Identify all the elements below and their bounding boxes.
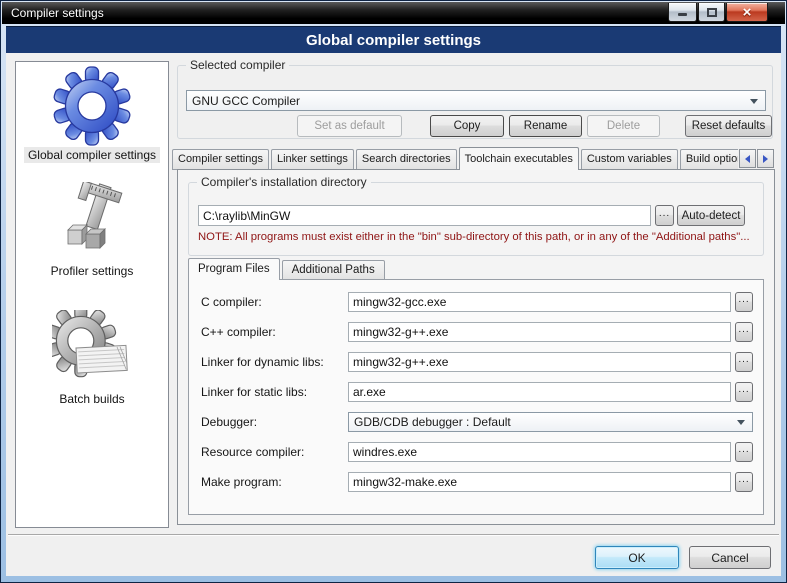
make-program-label: Make program: bbox=[201, 475, 282, 489]
installation-directory-input[interactable] bbox=[198, 205, 651, 226]
tab-scroll-left-button[interactable] bbox=[739, 149, 756, 168]
auto-detect-button[interactable]: Auto-detect bbox=[677, 205, 745, 226]
tab-toolchain-executables[interactable]: Toolchain executables bbox=[459, 147, 579, 170]
c-compiler-browse-button[interactable]: ... bbox=[735, 292, 753, 312]
dynamic-linker-browse-button[interactable]: ... bbox=[735, 352, 753, 372]
tab-scroll-right-button[interactable] bbox=[757, 149, 774, 168]
dialog-header: Global compiler settings bbox=[6, 26, 781, 53]
settings-tabstrip: Compiler settings Linker settings Search… bbox=[172, 147, 738, 170]
sidebar-item-batch-builds[interactable]: Batch builds bbox=[16, 310, 168, 407]
cancel-button[interactable]: Cancel bbox=[689, 546, 771, 569]
program-subtabs: Program Files Additional Paths bbox=[188, 258, 387, 280]
debugger-label: Debugger: bbox=[201, 415, 257, 429]
tab-compiler-settings[interactable]: Compiler settings bbox=[172, 149, 269, 170]
subtab-additional-paths[interactable]: Additional Paths bbox=[282, 260, 385, 280]
titlebar[interactable]: Compiler settings × bbox=[2, 2, 785, 24]
compiler-select-value: GNU GCC Compiler bbox=[192, 94, 300, 108]
dynamic-linker-input[interactable] bbox=[348, 352, 731, 372]
tab-custom-variables[interactable]: Custom variables bbox=[581, 149, 678, 170]
chevron-down-icon bbox=[737, 420, 745, 425]
program-files-panel: C compiler: ... C++ compiler: ... Linker… bbox=[188, 279, 764, 515]
sidebar-item-global-compiler-settings[interactable]: Global compiler settings bbox=[16, 66, 168, 163]
page-title: Global compiler settings bbox=[306, 32, 481, 49]
c-compiler-label: C compiler: bbox=[201, 295, 262, 309]
window-title: Compiler settings bbox=[11, 6, 104, 20]
sidebar-item-label: Profiler settings bbox=[47, 263, 138, 279]
footer-divider bbox=[8, 534, 779, 536]
close-button[interactable]: × bbox=[726, 3, 768, 22]
minimize-icon bbox=[678, 13, 687, 16]
tab-linker-settings[interactable]: Linker settings bbox=[271, 149, 354, 170]
delete-button[interactable]: Delete bbox=[587, 115, 660, 137]
chevron-down-icon bbox=[750, 99, 758, 104]
make-program-input[interactable] bbox=[348, 472, 731, 492]
tab-scroll-buttons bbox=[738, 149, 774, 168]
c-compiler-input[interactable] bbox=[348, 292, 731, 312]
toolchain-executables-panel: Compiler's installation directory ... Au… bbox=[177, 169, 775, 525]
dynamic-linker-label: Linker for dynamic libs: bbox=[201, 355, 324, 369]
tab-search-directories[interactable]: Search directories bbox=[356, 149, 457, 170]
dialog-content: Global compiler settings bbox=[6, 53, 781, 576]
subtab-program-files[interactable]: Program Files bbox=[188, 258, 280, 280]
blue-gear-icon bbox=[52, 66, 132, 146]
ok-button[interactable]: OK bbox=[595, 546, 679, 569]
cpp-compiler-browse-button[interactable]: ... bbox=[735, 322, 753, 342]
compiler-select[interactable]: GNU GCC Compiler bbox=[186, 90, 766, 111]
cpp-compiler-input[interactable] bbox=[348, 322, 731, 342]
gear-stack-icon bbox=[52, 310, 132, 390]
debugger-select-value: GDB/CDB debugger : Default bbox=[354, 415, 511, 429]
close-icon: × bbox=[743, 5, 752, 20]
tab-build-options[interactable]: Build options bbox=[680, 149, 738, 170]
set-as-default-button[interactable]: Set as default bbox=[297, 115, 402, 137]
debugger-select[interactable]: GDB/CDB debugger : Default bbox=[348, 412, 753, 432]
caption-buttons: × bbox=[667, 3, 768, 22]
arrow-left-icon bbox=[745, 155, 750, 163]
minimize-button[interactable] bbox=[668, 3, 697, 22]
static-linker-label: Linker for static libs: bbox=[201, 385, 307, 399]
make-program-browse-button[interactable]: ... bbox=[735, 472, 753, 492]
resource-compiler-label: Resource compiler: bbox=[201, 445, 304, 459]
sidebar-item-label: Batch builds bbox=[55, 391, 128, 407]
installation-directory-group: Compiler's installation directory ... Au… bbox=[188, 182, 764, 256]
window-frame: Compiler settings × Global compiler sett… bbox=[0, 0, 787, 583]
copy-button[interactable]: Copy bbox=[430, 115, 504, 137]
caliper-icon bbox=[52, 182, 132, 262]
maximize-icon bbox=[707, 8, 717, 17]
settings-category-list: Global compiler settings bbox=[15, 61, 169, 528]
sidebar-item-profiler-settings[interactable]: Profiler settings bbox=[16, 182, 168, 279]
resource-compiler-input[interactable] bbox=[348, 442, 731, 462]
group-label: Compiler's installation directory bbox=[197, 175, 371, 189]
resource-compiler-browse-button[interactable]: ... bbox=[735, 442, 753, 462]
static-linker-input[interactable] bbox=[348, 382, 731, 402]
static-linker-browse-button[interactable]: ... bbox=[735, 382, 753, 402]
cpp-compiler-label: C++ compiler: bbox=[201, 325, 276, 339]
arrow-right-icon bbox=[763, 155, 768, 163]
sidebar-item-label: Global compiler settings bbox=[24, 147, 160, 163]
group-label: Selected compiler bbox=[186, 58, 289, 72]
rename-button[interactable]: Rename bbox=[509, 115, 582, 137]
reset-defaults-button[interactable]: Reset defaults bbox=[685, 115, 772, 137]
maximize-button[interactable] bbox=[698, 3, 725, 22]
note-text: NOTE: All programs must exist either in … bbox=[198, 231, 759, 243]
selected-compiler-group: Selected compiler GNU GCC Compiler Set a… bbox=[177, 65, 773, 139]
browse-directory-button[interactable]: ... bbox=[655, 205, 674, 226]
